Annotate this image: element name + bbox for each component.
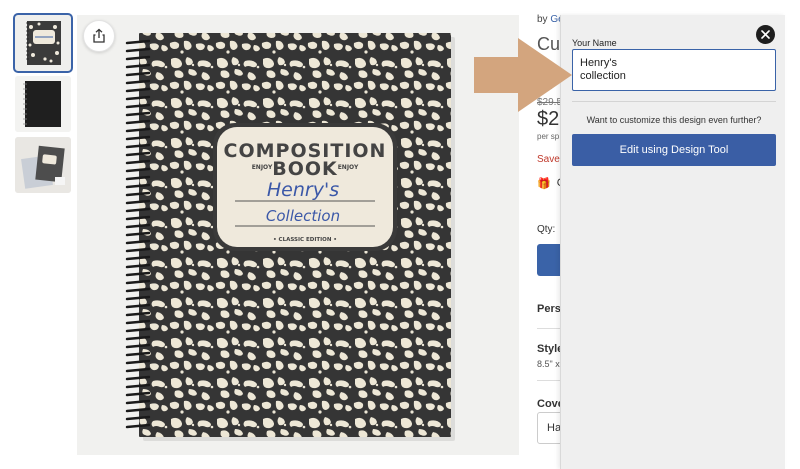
save-text: Save — [537, 154, 560, 165]
gift-icon: 🎁 — [537, 178, 551, 190]
cover-edition: • CLASSIC EDITION • — [273, 237, 337, 243]
thumbnail-black-notebook[interactable] — [15, 76, 71, 132]
panel-divider — [572, 101, 776, 102]
cover-enjoy-right: ENJOY — [338, 164, 359, 171]
cover-name-line1: Henry's — [267, 179, 339, 201]
cover-name-line2: Collection — [266, 207, 340, 225]
your-name-label: Your Name — [572, 38, 617, 48]
share-icon — [93, 28, 105, 43]
customize-panel: Your Name Want to customize this design … — [560, 15, 785, 469]
composition-notebook-illustration: COMPOSITION ENJOY BOOK ENJOY Henry's Col… — [77, 15, 519, 455]
close-panel-button[interactable] — [756, 25, 775, 44]
close-icon — [761, 30, 770, 39]
style-value: 8.5" x — [537, 359, 560, 369]
thumbnail-strip — [13, 13, 73, 198]
edit-design-tool-button[interactable]: Edit using Design Tool — [572, 134, 776, 166]
quantity-label: Qty: — [537, 224, 556, 235]
customize-prompt: Want to customize this design even furth… — [586, 115, 762, 125]
thumbnail-notebook-desk[interactable] — [15, 137, 71, 193]
share-button[interactable] — [83, 20, 115, 52]
price-unit: per sp — [537, 132, 560, 141]
product-image: COMPOSITION ENJOY BOOK ENJOY Henry's Col… — [77, 15, 519, 455]
pointer-arrow-icon — [474, 38, 572, 112]
your-name-input[interactable] — [572, 49, 776, 91]
thumbnail-composition-cover[interactable] — [13, 13, 73, 73]
cover-title-line2: BOOK — [272, 158, 338, 180]
cover-enjoy-left: ENJOY — [252, 164, 273, 171]
